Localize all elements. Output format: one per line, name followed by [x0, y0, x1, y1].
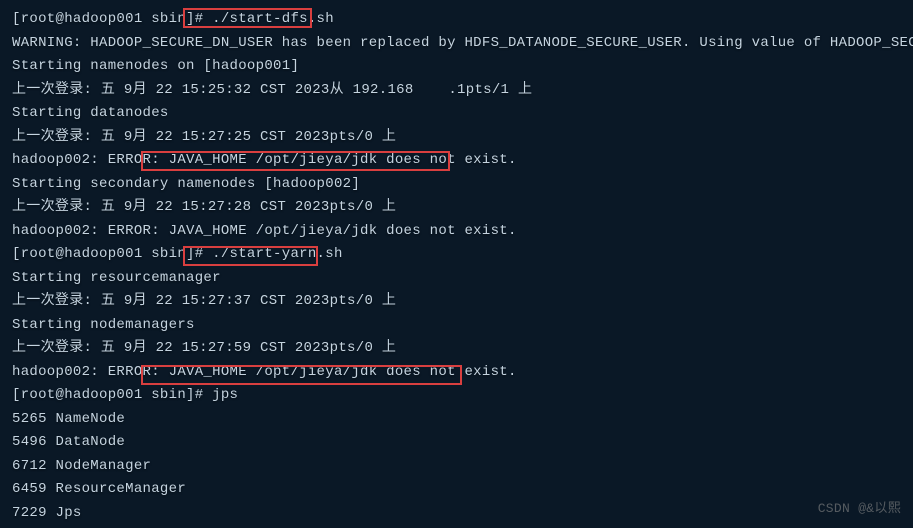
- terminal-line-login-4: 上一次登录: 五 9月 22 15:27:37 CST 2023pts/0 上: [12, 290, 901, 314]
- terminal-line-jps-namenode: 5265 NameNode: [12, 408, 901, 432]
- terminal-line-prompt-start-yarn: [root@hadoop001 sbin]# ./start-yarn.sh: [12, 243, 901, 267]
- watermark-text: CSDN @&以熙: [818, 497, 901, 521]
- terminal-line-login-5: 上一次登录: 五 9月 22 15:27:59 CST 2023pts/0 上: [12, 337, 901, 361]
- terminal-line-secondary-namenodes: Starting secondary namenodes [hadoop002]: [12, 173, 901, 197]
- terminal-line-jps-nodemanager: 6712 NodeManager: [12, 455, 901, 479]
- terminal-line-nodemanagers: Starting nodemanagers: [12, 314, 901, 338]
- terminal-line-error-2: hadoop002: ERROR: JAVA_HOME /opt/jieya/j…: [12, 220, 901, 244]
- terminal-line-warning: WARNING: HADOOP_SECURE_DN_USER has been …: [12, 32, 901, 56]
- terminal-line-login-3: 上一次登录: 五 9月 22 15:27:28 CST 2023pts/0 上: [12, 196, 901, 220]
- terminal-line-login-1: 上一次登录: 五 9月 22 15:25:32 CST 2023从 192.16…: [12, 79, 901, 103]
- terminal-line-error-1: hadoop002: ERROR: JAVA_HOME /opt/jieya/j…: [12, 149, 901, 173]
- terminal-line-login-2: 上一次登录: 五 9月 22 15:27:25 CST 2023pts/0 上: [12, 126, 901, 150]
- terminal-line-jps-resourcemanager: 6459 ResourceManager: [12, 478, 901, 502]
- terminal-line-datanodes: Starting datanodes: [12, 102, 901, 126]
- terminal-line-error-3: hadoop002: ERROR: JAVA_HOME /opt/jieya/j…: [12, 361, 901, 385]
- terminal-line-jps-jps: 7229 Jps: [12, 502, 901, 526]
- terminal-line-jps-datanode: 5496 DataNode: [12, 431, 901, 455]
- terminal-line-namenodes: Starting namenodes on [hadoop001]: [12, 55, 901, 79]
- terminal-line-resourcemanager: Starting resourcemanager: [12, 267, 901, 291]
- terminal-line-prompt-start-dfs: [root@hadoop001 sbin]# ./start-dfs.sh: [12, 8, 901, 32]
- terminal-line-prompt-jps: [root@hadoop001 sbin]# jps: [12, 384, 901, 408]
